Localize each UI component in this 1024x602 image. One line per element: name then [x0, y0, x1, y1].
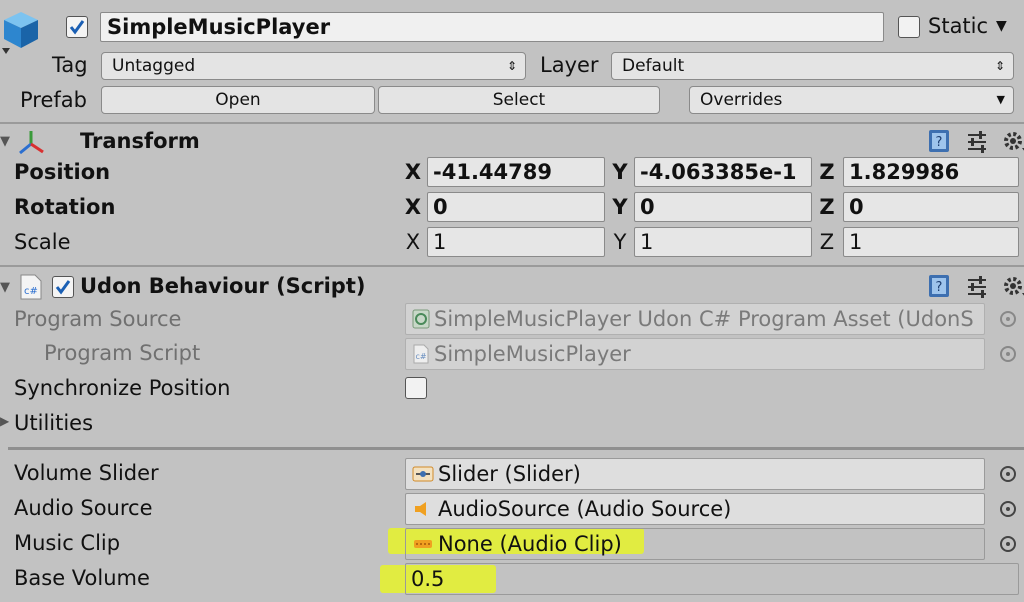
updown-arrows-icon: ⇕ — [506, 59, 517, 73]
position-x-label[interactable]: X — [403, 157, 423, 187]
volume-slider-label: Volume Slider — [14, 461, 159, 485]
audio-source-value: AudioSource (Audio Source) — [438, 497, 732, 521]
help-book-icon[interactable]: ? — [926, 128, 952, 154]
rotation-x-label[interactable]: X — [403, 192, 423, 222]
position-x-field[interactable]: -41.44789 — [427, 157, 605, 187]
svg-text:c#: c# — [24, 286, 38, 297]
slider-component-icon — [412, 466, 434, 482]
csharp-script-icon: c# — [413, 344, 429, 364]
static-dropdown-arrow-icon[interactable]: ▼ — [996, 18, 1007, 34]
open-prefab-button[interactable]: Open — [101, 86, 375, 114]
layer-label: Layer — [540, 53, 599, 77]
music-clip-field[interactable]: None (Audio Clip) — [405, 528, 985, 560]
utilities-foldout-arrow-icon[interactable]: ▶ — [0, 414, 9, 428]
static-label: Static — [928, 14, 989, 38]
base-volume-field[interactable]: 0.5 — [405, 563, 1019, 595]
tag-label: Tag — [52, 53, 88, 77]
audio-source-label: Audio Source — [14, 496, 153, 520]
scale-z-field[interactable]: 1 — [843, 227, 1019, 257]
scale-label: Scale — [14, 230, 71, 254]
overrides-value: Overrides — [700, 90, 783, 110]
position-y-field[interactable]: -4.063385e-1 — [634, 157, 812, 187]
rotation-y-label[interactable]: Y — [610, 192, 630, 222]
gear-icon[interactable] — [1002, 128, 1024, 154]
select-prefab-button[interactable]: Select — [378, 86, 660, 114]
volume-slider-value: Slider (Slider) — [438, 462, 581, 486]
prefab-label: Prefab — [20, 88, 87, 112]
scale-z-label[interactable]: Z — [817, 227, 837, 257]
udon-header-icons: ? — [926, 273, 1024, 299]
header-divider — [0, 122, 1024, 124]
program-script-label: Program Script — [44, 341, 201, 365]
volume-slider-picker-icon[interactable] — [1000, 466, 1016, 482]
udon-foldout-arrow-icon[interactable]: ▼ — [0, 280, 10, 295]
position-y-label[interactable]: Y — [610, 157, 630, 187]
base-volume-label: Base Volume — [14, 566, 150, 590]
position-z-label[interactable]: Z — [817, 157, 837, 187]
gear-icon[interactable] — [1002, 273, 1024, 299]
overrides-dropdown[interactable]: Overrides ▼ — [689, 86, 1014, 114]
layer-value: Default — [622, 56, 685, 76]
audio-source-field[interactable]: AudioSource (Audio Source) — [405, 493, 985, 525]
presets-sliders-icon[interactable] — [964, 128, 990, 154]
program-script-field[interactable]: c# SimpleMusicPlayer — [405, 338, 985, 370]
presets-sliders-icon[interactable] — [964, 273, 990, 299]
svg-text:?: ? — [936, 135, 943, 150]
program-source-label: Program Source — [14, 307, 182, 331]
audio-source-picker-icon[interactable] — [1000, 501, 1016, 517]
position-z-field[interactable]: 1.829986 — [843, 157, 1019, 187]
sync-position-label: Synchronize Position — [14, 376, 231, 400]
speaker-icon — [415, 502, 426, 516]
udon-enabled-checkbox[interactable] — [52, 276, 74, 298]
position-label: Position — [14, 160, 111, 184]
program-script-picker-icon[interactable] — [1000, 346, 1016, 362]
transform-title: Transform — [80, 129, 200, 153]
program-source-value: SimpleMusicPlayer Udon C# Program Asset … — [434, 307, 974, 331]
cube-icon — [0, 8, 42, 54]
chevron-down-icon: ▼ — [996, 93, 1005, 106]
csharp-script-icon: c# — [18, 273, 44, 301]
utilities-foldout[interactable]: Utilities — [14, 409, 93, 437]
help-book-icon[interactable]: ? — [926, 273, 952, 299]
svg-text:c#: c# — [415, 352, 426, 361]
music-clip-label: Music Clip — [14, 531, 121, 555]
static-checkbox[interactable] — [898, 16, 920, 38]
music-clip-picker-icon[interactable] — [1000, 536, 1016, 552]
transform-header-icons: ? — [926, 128, 1024, 154]
rotation-y-field[interactable]: 0 — [634, 192, 812, 222]
program-source-field[interactable]: SimpleMusicPlayer Udon C# Program Asset … — [405, 303, 985, 335]
updown-arrows-icon: ⇕ — [994, 59, 1005, 73]
rotation-label: Rotation — [14, 195, 116, 219]
volume-slider-field[interactable]: Slider (Slider) — [405, 458, 985, 490]
music-clip-value: None (Audio Clip) — [438, 532, 622, 556]
transform-axes-icon — [16, 128, 46, 158]
sync-position-checkbox[interactable] — [405, 377, 427, 399]
rotation-z-field[interactable]: 0 — [843, 192, 1019, 222]
layer-dropdown[interactable]: Default ⇕ — [611, 52, 1014, 80]
transform-divider — [0, 265, 1024, 267]
object-name-input[interactable]: SimpleMusicPlayer — [100, 12, 884, 42]
scale-x-field[interactable]: 1 — [427, 227, 605, 257]
svg-text:?: ? — [936, 280, 943, 295]
tag-dropdown[interactable]: Untagged ⇕ — [101, 52, 526, 80]
program-source-picker-icon[interactable] — [1000, 311, 1016, 327]
utilities-divider — [8, 447, 1024, 450]
udon-title: Udon Behaviour (Script) — [80, 274, 366, 298]
scale-x-label[interactable]: X — [403, 227, 423, 257]
scale-y-label[interactable]: Y — [610, 227, 630, 257]
rotation-z-label[interactable]: Z — [817, 192, 837, 222]
rotation-x-field[interactable]: 0 — [427, 192, 605, 222]
scale-y-field[interactable]: 1 — [634, 227, 812, 257]
audio-clip-icon — [414, 540, 432, 548]
active-checkbox[interactable] — [66, 16, 88, 38]
tag-value: Untagged — [112, 56, 196, 76]
program-script-value: SimpleMusicPlayer — [434, 342, 631, 366]
transform-foldout-arrow-icon[interactable]: ▼ — [0, 134, 10, 149]
udon-asset-icon — [412, 309, 430, 329]
